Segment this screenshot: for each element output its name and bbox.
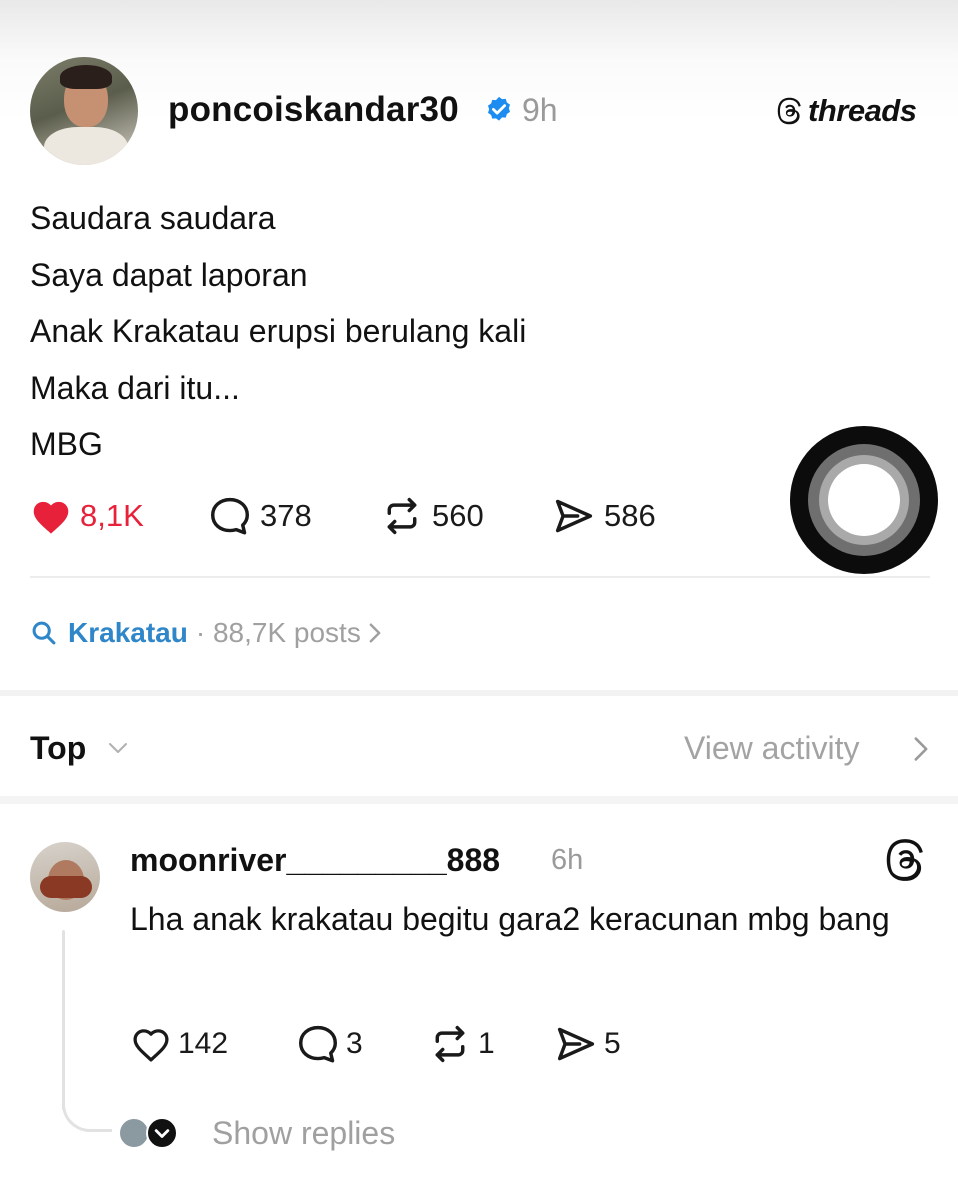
- thread-line: [62, 930, 65, 1110]
- chevron-down-icon: [154, 1129, 170, 1138]
- main-post: poncoiskandar30 9h threads Saudara sauda…: [0, 0, 958, 690]
- repost-button[interactable]: 1: [428, 1022, 495, 1066]
- post-line: Anak Krakatau erupsi berulang kali: [30, 313, 527, 349]
- post-line: Saya dapat laporan: [30, 256, 308, 293]
- reply-text: Lha anak krakatau begitu gara2 keracunan…: [130, 901, 890, 937]
- repost-icon: [387, 497, 417, 535]
- share-button[interactable]: 5: [554, 1022, 621, 1066]
- reply-item: moonriver_________888 6h Lha anak krakat…: [0, 820, 958, 1199]
- post-timestamp: 9h: [522, 92, 558, 128]
- mini-avatar: [146, 1117, 178, 1149]
- search-icon: [32, 621, 56, 645]
- topic-name: Krakatau: [68, 617, 188, 648]
- like-button[interactable]: 8,1K: [30, 494, 144, 538]
- repost-count: 1: [478, 1027, 495, 1060]
- author-username[interactable]: poncoiskandar30: [168, 90, 459, 130]
- post-line: Maka dari itu...: [30, 369, 240, 406]
- view-activity-link[interactable]: View activity: [684, 730, 859, 767]
- sort-dropdown[interactable]: Top: [30, 730, 86, 767]
- chevron-right-icon[interactable]: [912, 736, 930, 762]
- post-line: Saudara saudara: [30, 200, 276, 236]
- divider: [30, 576, 930, 578]
- section-separator: [0, 796, 958, 804]
- repost-count: 560: [432, 498, 484, 533]
- reply-avatars: [118, 1115, 188, 1151]
- heart-icon: [133, 1029, 169, 1062]
- comment-count: 3: [346, 1027, 363, 1060]
- threads-logo-icon: [886, 839, 923, 881]
- reply-timestamp: 6h: [551, 844, 584, 876]
- comment-button[interactable]: 378: [208, 494, 312, 538]
- record-button[interactable]: [790, 426, 938, 574]
- threads-brand: threads: [776, 93, 917, 129]
- post-line: MBG: [30, 426, 103, 462]
- replies-sort-bar: Top View activity: [0, 720, 958, 776]
- reply-username[interactable]: moonriver_________888: [130, 842, 500, 879]
- section-separator: [0, 690, 958, 696]
- comment-button[interactable]: 3: [296, 1022, 363, 1066]
- comment-icon: [299, 1025, 337, 1063]
- like-count: 142: [178, 1027, 229, 1060]
- like-button[interactable]: 142: [130, 1022, 228, 1066]
- topic-link[interactable]: Krakatau · 88,7K posts: [30, 615, 383, 651]
- share-button[interactable]: 586: [552, 494, 656, 538]
- heart-icon: [33, 501, 69, 534]
- comment-icon: [211, 497, 249, 535]
- repost-icon: [435, 1025, 465, 1063]
- share-count: 586: [604, 498, 656, 533]
- record-center: [828, 464, 900, 536]
- comment-count: 378: [260, 498, 312, 533]
- thread-line-curve: [62, 1096, 112, 1132]
- share-icon: [557, 1027, 595, 1061]
- avatar-hand-shape: [40, 876, 92, 898]
- share-icon: [555, 499, 593, 533]
- threads-wordmark: threads: [808, 93, 917, 128]
- verified-badge-icon: [488, 96, 510, 121]
- chevron-down-icon[interactable]: [106, 740, 130, 756]
- avatar-hair-shape: [60, 65, 112, 89]
- avatar-body-shape: [44, 127, 128, 165]
- like-count: 8,1K: [80, 498, 144, 533]
- show-replies-label: Show replies: [212, 1114, 396, 1151]
- chevron-right-icon: [369, 623, 381, 643]
- threads-logo-icon: [777, 97, 801, 125]
- author-avatar[interactable]: [30, 57, 138, 165]
- share-count: 5: [604, 1027, 621, 1060]
- reply-author-avatar[interactable]: [30, 842, 100, 912]
- post-body: Saudara saudara Saya dapat laporan Anak …: [30, 190, 526, 473]
- repost-button[interactable]: 560: [380, 494, 484, 538]
- show-replies-button[interactable]: Show replies: [118, 1112, 395, 1154]
- topic-post-count: · 88,7K posts: [195, 617, 361, 648]
